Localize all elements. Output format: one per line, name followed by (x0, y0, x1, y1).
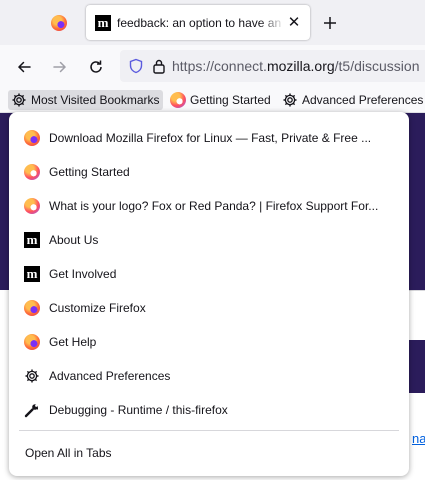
new-tab-button[interactable] (316, 9, 344, 37)
menu-item-get-involved[interactable]: m Get Involved (15, 259, 403, 289)
menu-item-getting-started[interactable]: Getting Started (15, 157, 403, 187)
tracking-protection-shield-icon[interactable] (128, 58, 144, 74)
mozilla-m-icon: m (24, 266, 40, 282)
lock-icon[interactable] (152, 58, 166, 74)
menu-item-label: About Us (49, 233, 99, 247)
bookmark-label: Advanced Preferences (302, 93, 424, 107)
firefox-icon (24, 300, 40, 316)
firefox-icon (51, 15, 67, 31)
menu-item-label: Download Mozilla Firefox for Linux — Fas… (49, 131, 372, 145)
firefox-icon (24, 198, 40, 214)
menu-item-debugging-runtime[interactable]: Debugging - Runtime / this-firefox (15, 395, 403, 425)
menu-item-label: What is your logo? Fox or Red Panda? | F… (49, 199, 379, 213)
open-all-in-tabs[interactable]: Open All in Tabs (25, 446, 112, 460)
gear-icon (282, 92, 298, 108)
forward-button[interactable] (46, 53, 74, 81)
tab-close-button[interactable]: ✕ (286, 14, 302, 31)
mozilla-m-icon: m (95, 14, 111, 31)
bookmark-label: Getting Started (190, 93, 271, 107)
arrow-left-icon (17, 61, 31, 73)
menu-item-label: Customize Firefox (49, 301, 146, 315)
bookmark-most-visited[interactable]: Most Visited Bookmarks (8, 90, 163, 110)
menu-item-label: Get Involved (49, 267, 117, 281)
menu-item-logo-support[interactable]: What is your logo? Fox or Red Panda? | F… (15, 191, 403, 221)
firefox-icon (24, 130, 40, 146)
navigation-toolbar: https://connect.mozilla.org/t5/discussio… (0, 45, 425, 88)
page-link[interactable]: na (412, 431, 425, 446)
gear-icon (24, 368, 40, 384)
wrench-icon (24, 402, 40, 418)
tab-title: feedback: an option to have an (117, 15, 282, 30)
bookmark-advanced-preferences[interactable]: Advanced Preferences (282, 90, 423, 110)
menu-item-customize-firefox[interactable]: Customize Firefox (15, 293, 403, 323)
tab-pinned-firefox[interactable] (40, 6, 78, 40)
firefox-icon (24, 164, 40, 180)
url-path: /t5/discussion (334, 58, 420, 74)
bookmark-label: Most Visited Bookmarks (31, 93, 160, 107)
menu-separator (19, 430, 399, 431)
most-visited-bookmarks-menu: Download Mozilla Firefox for Linux — Fas… (9, 112, 409, 476)
url-bar[interactable]: https://connect.mozilla.org/t5/discussio… (120, 50, 425, 82)
url-prefix: https://connect. (172, 58, 267, 74)
menu-item-get-help[interactable]: Get Help (15, 327, 403, 357)
back-button[interactable] (10, 53, 38, 81)
tab-strip: m feedback: an option to have an ✕ (0, 0, 425, 45)
plus-icon (324, 17, 336, 29)
menu-item-label: Advanced Preferences (49, 369, 171, 383)
menu-item-label: Getting Started (49, 165, 130, 179)
reload-button[interactable] (82, 53, 110, 81)
bookmarks-toolbar: Most Visited Bookmarks Getting Started A… (0, 88, 425, 113)
tab-active[interactable]: m feedback: an option to have an ✕ (86, 5, 310, 40)
url-host: mozilla.org (266, 58, 335, 74)
url-text: https://connect.mozilla.org/t5/discussio… (172, 58, 419, 74)
gear-icon (11, 92, 27, 108)
firefox-icon (24, 334, 40, 350)
menu-item-label: Get Help (49, 335, 97, 349)
menu-item-about-us[interactable]: m About Us (15, 225, 403, 255)
mozilla-m-icon: m (24, 232, 40, 248)
bookmark-getting-started[interactable]: Getting Started (170, 90, 271, 110)
menu-item-label: Debugging - Runtime / this-firefox (49, 403, 228, 417)
menu-item-download-firefox[interactable]: Download Mozilla Firefox for Linux — Fas… (15, 123, 403, 153)
firefox-icon (170, 92, 186, 108)
reload-icon (90, 60, 102, 73)
menu-item-advanced-preferences[interactable]: Advanced Preferences (15, 361, 403, 391)
arrow-right-icon (53, 61, 67, 73)
